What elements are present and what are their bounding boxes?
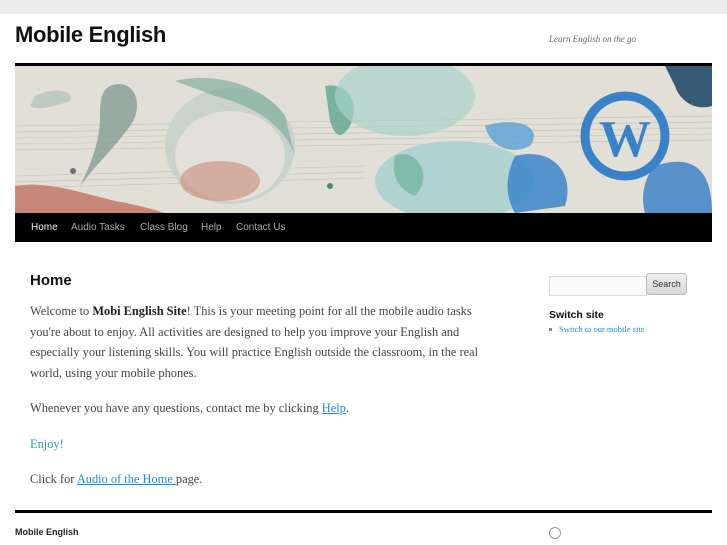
site-title[interactable]: Mobile English [15,22,166,48]
wordpress-icon[interactable] [549,527,561,539]
main-nav: Home Audio Tasks Class Blog Help Contact… [15,213,712,242]
header-banner-image[interactable]: W [15,66,712,213]
help-paragraph: Whenever you have any questions, contact… [30,398,500,419]
switch-site-list: Switch to our mobile site [549,324,644,334]
site-description: Learn English on the go [549,34,636,44]
switch-site-heading: Switch site [549,309,604,321]
help-text-end: . [345,401,349,415]
audio-text: Click for [30,472,77,486]
help-text: Whenever you have any questions, contact… [30,401,322,415]
site-name-bold: Mobi English Site [92,304,187,318]
audio-paragraph: Click for Audio of the Home page. [30,469,500,490]
nav-item-audio-tasks[interactable]: Audio Tasks [71,222,125,233]
banner-artwork: W [15,66,712,213]
nav-item-class-blog[interactable]: Class Blog [140,222,188,233]
bullet-icon [549,327,552,331]
audio-home-link[interactable]: Audio of the Home [77,472,176,486]
help-link[interactable]: Help [322,401,346,415]
audio-text-end: page. [175,472,203,486]
switch-to-mobile-link[interactable]: Switch to our mobile site [559,324,644,334]
intro-text: Welcome to [30,304,93,318]
svg-text:W: W [599,111,651,168]
entry-content: Welcome to Mobi English Site! This is yo… [30,301,500,505]
footer-site-title[interactable]: Mobile English [15,527,79,537]
intro-paragraph: Welcome to Mobi English Site! This is yo… [30,301,500,383]
enjoy-text: Enjoy! [30,436,64,451]
top-band [0,0,727,14]
search-button[interactable]: Search [646,273,687,295]
nav-item-home[interactable]: Home [31,222,58,233]
footer-rule [15,510,712,513]
nav-item-help[interactable]: Help [201,222,222,233]
nav-item-contact-us[interactable]: Contact Us [236,222,285,233]
page-title: Home [30,272,72,289]
search-input[interactable] [549,276,647,296]
